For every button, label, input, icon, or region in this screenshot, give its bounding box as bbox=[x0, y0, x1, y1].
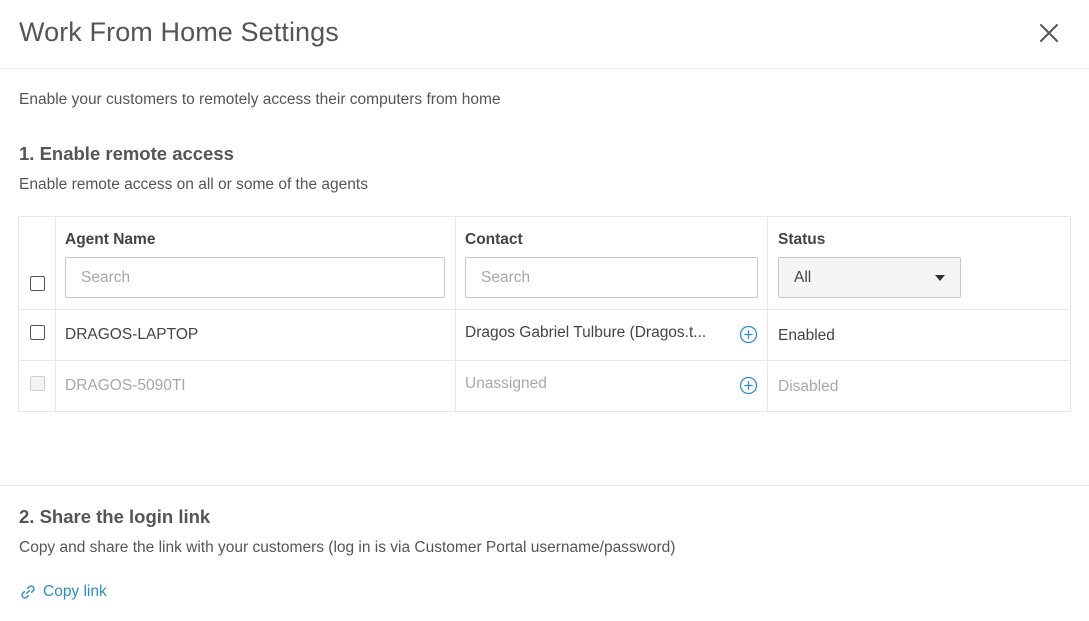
agent-name-cell: DRAGOS-LAPTOP bbox=[65, 326, 199, 343]
status-filter-select[interactable]: All bbox=[778, 257, 961, 298]
section-remote-access-description: Enable remote access on all or some of t… bbox=[19, 176, 368, 193]
copy-link-label: Copy link bbox=[43, 583, 107, 600]
dialog-header: Work From Home Settings bbox=[0, 0, 1089, 69]
section-remote-access-title: 1. Enable remote access bbox=[19, 143, 234, 164]
column-divider bbox=[767, 217, 768, 411]
assign-contact-button[interactable] bbox=[739, 325, 758, 344]
column-header-status: Status bbox=[778, 231, 826, 248]
select-all-checkbox[interactable] bbox=[30, 276, 45, 291]
column-divider bbox=[455, 217, 456, 411]
agent-name-cell: DRAGOS-5090TI bbox=[65, 377, 186, 394]
status-filter-value: All bbox=[794, 269, 812, 286]
plus-circle-icon bbox=[739, 325, 758, 344]
assign-contact-button[interactable] bbox=[739, 376, 758, 395]
dialog-title: Work From Home Settings bbox=[19, 17, 339, 47]
caret-down-icon bbox=[935, 275, 945, 281]
row-checkbox[interactable] bbox=[30, 325, 45, 340]
column-header-contact: Contact bbox=[465, 231, 523, 248]
row-divider bbox=[19, 309, 1070, 310]
contact-cell: Dragos Gabriel Tulbure (Dragos.t... bbox=[465, 324, 707, 341]
row-checkbox-disabled bbox=[30, 376, 45, 391]
status-cell: Disabled bbox=[778, 378, 839, 395]
column-header-agent-name: Agent Name bbox=[65, 231, 156, 248]
agent-name-search-input[interactable] bbox=[65, 257, 445, 298]
status-cell: Enabled bbox=[778, 327, 835, 344]
contact-search-input[interactable] bbox=[465, 257, 758, 298]
agents-table: Agent Name Contact Status All DRAGOS-LAP… bbox=[18, 216, 1071, 412]
section-share-link-title: 2. Share the login link bbox=[19, 506, 211, 527]
dialog-intro: Enable your customers to remotely access… bbox=[19, 91, 501, 108]
contact-cell: Unassigned bbox=[465, 375, 547, 392]
close-button[interactable] bbox=[1036, 20, 1062, 46]
copy-link-button[interactable]: Copy link bbox=[19, 581, 107, 603]
section-divider bbox=[0, 485, 1089, 486]
section-share-link-description: Copy and share the link with your custom… bbox=[19, 539, 676, 556]
column-divider bbox=[55, 217, 56, 411]
plus-circle-icon bbox=[739, 376, 758, 395]
row-divider bbox=[19, 360, 1070, 361]
close-icon bbox=[1040, 24, 1058, 42]
link-icon bbox=[21, 585, 35, 599]
